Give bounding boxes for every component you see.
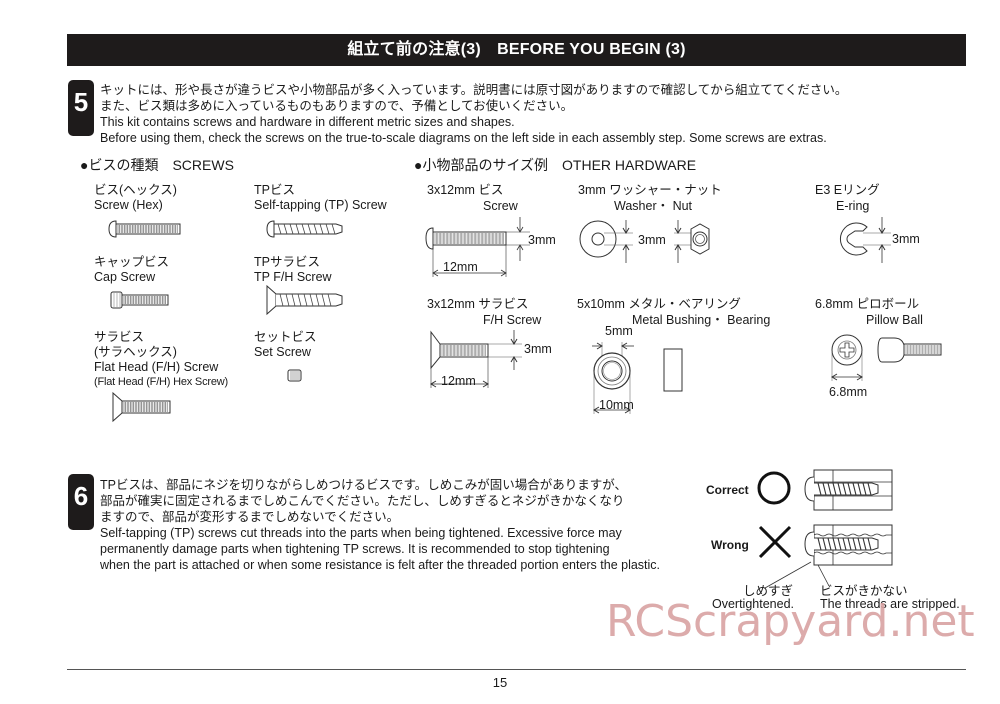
- flat-head-screw-label-jp2: (サラヘックス): [94, 345, 177, 359]
- hw-screw-label-en: Screw: [483, 199, 518, 213]
- correct-tp-screw-diagram: [804, 469, 893, 511]
- hex-screw-icon: [108, 220, 181, 238]
- correct-circle-icon: [757, 471, 791, 505]
- pillow-ball-label-jp: 6.8mm ピロボール: [815, 297, 920, 311]
- cap-screw-label-jp: キャップビス: [94, 255, 170, 269]
- hw-screw-dim-length: 12mm: [443, 260, 478, 274]
- step-6-line: TPビスは、部品にネジを切りながらしめつけるビスです。しめこみが固い場合がありま…: [100, 478, 627, 492]
- bushing-dim-inner: 5mm: [605, 324, 633, 338]
- correct-label: Correct: [706, 483, 749, 497]
- watermark: RCScrapyard.net: [606, 596, 975, 647]
- hw-screw-dim-diameter: 3mm: [528, 233, 556, 247]
- hw-fh-screw-label-en: F/H Screw: [483, 313, 542, 327]
- washer-nut-label-jp: 3mm ワッシャー・ナット: [578, 183, 722, 197]
- tp-screw-label: TPビス Self-tapping (TP) Screw: [254, 183, 387, 213]
- page-number: 15: [492, 675, 508, 690]
- hex-screw-label-jp: ビス(ヘックス): [94, 183, 177, 197]
- bushing-label-jp: 5x10mm メタル・ベアリング: [577, 297, 741, 311]
- page-header-title: 組立て前の注意(3) BEFORE YOU BEGIN (3): [67, 34, 966, 66]
- pillow-ball-label-en: Pillow Ball: [866, 313, 923, 327]
- ering-diagram: [839, 217, 891, 263]
- flat-head-screw-label-jp: サラビス: [94, 330, 145, 344]
- step-5-line: キットには、形や長さが違うビスや小物部品が多く入っています。説明書には原寸図があ…: [100, 83, 848, 97]
- tp-fh-screw-label-jp: TPサラビス: [254, 255, 320, 269]
- step-5-badge: 5: [68, 80, 94, 136]
- pillow-ball-diagram: [831, 334, 942, 381]
- step-6-line: 部品が確実に固定されるまでしめこんでください。ただし、しめすぎるとネジがきかなく…: [100, 494, 625, 508]
- set-screw-label: セットビス Set Screw: [254, 330, 317, 360]
- flat-head-screw-label-en2: (Flat Head (F/H) Hex Screw): [94, 376, 228, 388]
- tp-screw-icon: [266, 220, 343, 238]
- step-5-line: This kit contains screws and hardware in…: [100, 115, 515, 129]
- step-5-line: また、ビス類は多めに入っているものもありますので、予備としてお使いください。: [100, 99, 574, 113]
- hw-fh-screw-dim-diameter: 3mm: [524, 342, 552, 356]
- flat-head-screw-label: サラビス (サラヘックス) Flat Head (F/H) Screw (Fla…: [94, 330, 228, 389]
- hw-fh-screw-dim-length: 12mm: [441, 374, 476, 388]
- step-5-text: キットには、形や長さが違うビスや小物部品が多く入っています。説明書には原寸図があ…: [100, 82, 847, 146]
- flat-head-screw-label-en: Flat Head (F/H) Screw: [94, 360, 219, 374]
- tp-fh-screw-label-en: TP F/H Screw: [254, 270, 332, 284]
- hw-fh-screw-label-jp: 3x12mm サラビス: [427, 297, 529, 311]
- screws-section-title: ●ビスの種類 SCREWS: [80, 157, 234, 173]
- set-screw-label-jp: セットビス: [254, 330, 317, 344]
- flat-head-screw-icon: [112, 391, 171, 423]
- hardware-section-title: ●小物部品のサイズ例 OTHER HARDWARE: [414, 157, 697, 173]
- ering-dim: 3mm: [892, 232, 920, 246]
- step-6-line: Self-tapping (TP) screws cut threads int…: [100, 526, 622, 540]
- step-6-line: permanently damage parts when tightening…: [100, 542, 610, 556]
- bushing-label-en: Metal Bushing・ Bearing: [632, 313, 771, 327]
- ering-label-jp: E3 Eリング: [815, 183, 880, 197]
- washer-nut-label-en: Washer・ Nut: [614, 199, 693, 213]
- set-screw-label-en: Set Screw: [254, 345, 311, 359]
- footer-divider: [67, 669, 966, 670]
- cap-screw-label-en: Cap Screw: [94, 270, 156, 284]
- step-6-line: when the part is attached or when some r…: [100, 558, 661, 572]
- cap-screw-icon: [110, 291, 169, 309]
- step-6-text: TPビスは、部品にネジを切りながらしめつけるビスです。しめこみが固い場合がありま…: [100, 477, 660, 573]
- tp-fh-screw-label: TPサラビス TP F/H Screw: [254, 255, 332, 285]
- tp-screw-label-en: Self-tapping (TP) Screw: [254, 198, 387, 212]
- bushing-dim-outer: 10mm: [599, 398, 634, 412]
- wrong-cross-icon: [758, 525, 792, 559]
- hex-screw-label-en: Screw (Hex): [94, 198, 163, 212]
- step-6-badge: 6: [68, 474, 94, 530]
- cap-screw-label: キャップビス Cap Screw: [94, 255, 169, 285]
- washer-nut-dim: 3mm: [638, 233, 666, 247]
- hw-screw-label-jp: 3x12mm ビス: [427, 183, 504, 197]
- step-5-line: Before using them, check the screws on t…: [100, 131, 827, 145]
- hex-screw-label: ビス(ヘックス) Screw (Hex): [94, 183, 177, 213]
- set-screw-icon: [287, 369, 302, 382]
- ering-label-en: E-ring: [836, 199, 870, 213]
- wrong-label: Wrong: [711, 538, 749, 552]
- tp-flat-head-screw-icon: [266, 284, 343, 316]
- tp-screw-label-jp: TPビス: [254, 183, 295, 197]
- pillow-ball-dim: 6.8mm: [829, 385, 868, 399]
- step-6-line: ますので、部品が変形するまでしめないでください。: [100, 510, 400, 524]
